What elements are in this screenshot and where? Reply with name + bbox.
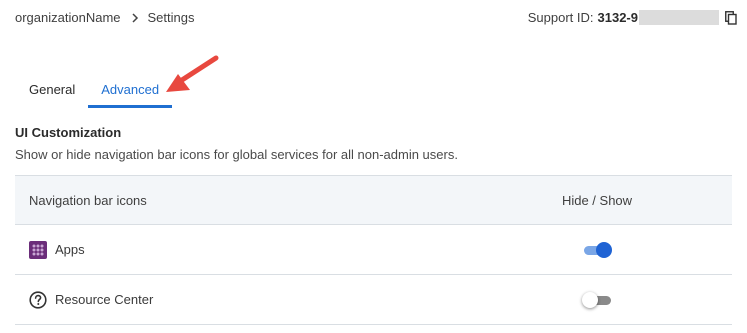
apps-icon	[29, 240, 47, 259]
table-header: Navigation bar icons Hide / Show	[15, 175, 732, 225]
support-id-redaction	[639, 10, 719, 25]
support-id-value: 3132-9	[597, 10, 638, 25]
settings-tabs: General Advanced	[15, 78, 173, 108]
tab-general[interactable]: General	[15, 78, 88, 108]
table-row: Resource Center	[15, 275, 732, 325]
section-title: UI Customization	[15, 125, 122, 140]
support-id-label: Support ID:	[527, 10, 594, 25]
annotation-arrow-icon	[166, 55, 219, 92]
row-label: Resource Center	[55, 292, 154, 307]
section-description: Show or hide navigation bar icons for gl…	[15, 147, 458, 162]
nav-icons-table: Navigation bar icons Hide / Show Apps Re…	[15, 175, 732, 325]
resource-center-toggle[interactable]	[582, 291, 612, 309]
chevron-right-icon	[131, 12, 139, 23]
copy-icon[interactable]	[725, 10, 737, 25]
breadcrumb-org-link[interactable]: organizationName	[15, 10, 121, 25]
header-nav-icons: Navigation bar icons	[29, 192, 147, 208]
support-id: Support ID: 3132-9	[528, 10, 737, 25]
row-label: Apps	[55, 242, 85, 257]
table-row: Apps	[15, 225, 732, 275]
apps-toggle[interactable]	[582, 241, 612, 259]
settings-page: organizationName Settings Support ID: 31…	[0, 0, 747, 333]
header-hide-show: Hide / Show	[561, 192, 633, 208]
breadcrumb: organizationName Settings	[15, 10, 195, 25]
breadcrumb-current: Settings	[147, 10, 195, 25]
question-circle-icon	[29, 290, 47, 309]
